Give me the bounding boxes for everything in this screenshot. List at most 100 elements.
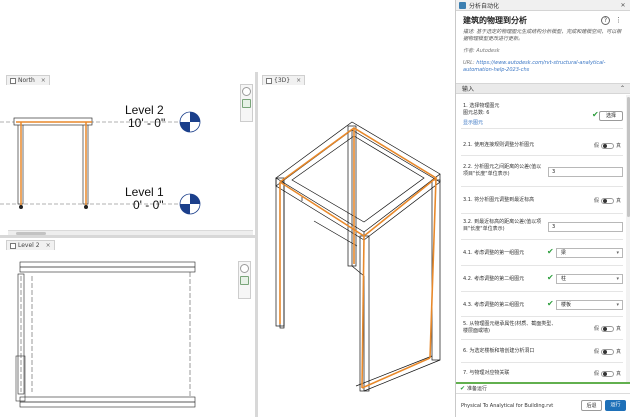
boolean-toggle[interactable] xyxy=(600,348,614,355)
boolean-toggle-group: 假 真 xyxy=(594,325,621,332)
tab-level-2-view[interactable]: Level 2 × xyxy=(6,240,55,250)
graph-title: 建筑的物理到分析 xyxy=(463,16,527,25)
panel-titlebar: 分析自动化 ✕ xyxy=(456,0,630,11)
close-icon[interactable]: × xyxy=(46,242,51,249)
view-navigation-bar[interactable] xyxy=(240,84,253,122)
level-1-elevation: 0' - 0" xyxy=(133,198,164,212)
toggle-true-label: 真 xyxy=(615,371,621,377)
input-inherit-properties: 5. 从物理图元继承属性(材质、截面类型、楼层面或墙) 假 真 xyxy=(461,317,623,340)
tab-north-view[interactable]: North × xyxy=(6,75,50,85)
dropdown-value: 梁 xyxy=(561,250,567,256)
toggle-true-label: 真 xyxy=(615,198,621,204)
input-distance-tolerance: 2.2. 分析图元之间距离的公差(值以项目"长度"单位表示) 3 xyxy=(461,156,623,187)
zoom-icon[interactable] xyxy=(240,276,249,285)
input-adjust-to-levels: 3.1. 将分析图元调整到最近标高 假 真 xyxy=(461,187,623,214)
more-options-icon[interactable]: ⋮ xyxy=(614,16,623,25)
boolean-toggle[interactable] xyxy=(600,325,614,332)
input-label: 6. 为选定楼板和墙创建分析洞口 xyxy=(463,348,535,354)
toggle-false-label: 假 xyxy=(593,371,599,377)
model-file-name: Physical To Analytical for Building.rvt xyxy=(461,402,554,409)
toggle-false-label: 假 xyxy=(593,198,599,204)
element-count: 图元总数: 6 xyxy=(463,110,490,116)
tolerance-input[interactable]: 3 xyxy=(548,167,623,177)
collapse-icon[interactable]: ⌃ xyxy=(620,85,625,92)
level-2-marker-icon[interactable] xyxy=(179,111,201,133)
input-label: 4.2. 考虑调整的第二组图元 xyxy=(463,276,525,282)
tab-label: North xyxy=(18,77,35,84)
tab-label: Level 2 xyxy=(18,242,40,249)
toggle-true-label: 真 xyxy=(615,326,621,332)
boolean-toggle-group: 假 真 xyxy=(594,142,621,149)
chevron-down-icon: ▾ xyxy=(616,276,619,282)
dropdown-value: 柱 xyxy=(561,276,567,282)
input-use-connection-rules: 2.1. 使用连接规则调整分析图元 假 真 xyxy=(461,132,623,156)
input-create-openings: 6. 为选定楼板和墙创建分析洞口 假 真 xyxy=(461,340,623,363)
graph-description: 描述: 基于选定的物理图元生成结构分析模型，完成和建模空间，可以根据物理模型更改… xyxy=(463,29,622,42)
level-tolerance-input[interactable]: 3 xyxy=(548,222,623,232)
url-label: URL: xyxy=(463,60,475,66)
inputs-header-label: 输入 xyxy=(462,86,475,93)
help-icon[interactable]: ? xyxy=(601,16,610,25)
input-first-group: 4.1. 考虑调整的第一组图元 ✔ 梁 ▾ xyxy=(461,240,623,266)
3d-view-canvas[interactable] xyxy=(262,86,452,416)
first-group-dropdown[interactable]: 梁 ▾ xyxy=(556,248,623,258)
boolean-toggle-group: 假 真 xyxy=(594,370,621,377)
third-group-dropdown[interactable]: 楼板 ▾ xyxy=(556,300,623,310)
inputs-list: 1. 选择物理图元 图元总数: 6 显示图元 ✔ 选择 2.1. 使用连接规则调… xyxy=(456,95,626,382)
level-1-name: Level 1 xyxy=(125,185,164,199)
input-second-group: 4.2. 考虑调整的第二组图元 ✔ 柱 ▾ xyxy=(461,266,623,292)
run-button[interactable]: 运行 xyxy=(605,400,626,411)
second-group-dropdown[interactable]: 柱 ▾ xyxy=(556,274,623,284)
input-label: 7. 与物理对应物关联 xyxy=(463,370,510,376)
revit-views: North × Level 2 10' - 0" Level 1 0' - 0"… xyxy=(0,72,455,417)
zoom-icon[interactable] xyxy=(242,99,251,108)
3d-view-icon xyxy=(266,77,272,84)
boolean-toggle-group: 假 真 xyxy=(594,197,621,204)
view-splitter-horizontal[interactable] xyxy=(0,235,255,238)
show-elements-link[interactable]: 显示图元 xyxy=(463,120,545,127)
view-navigation-bar[interactable] xyxy=(238,261,251,299)
input-label: 4.1. 考虑调整的第一组图元 xyxy=(463,250,525,256)
inputs-section-header[interactable]: 输入 ⌃ xyxy=(456,83,630,94)
boolean-toggle[interactable] xyxy=(600,370,614,377)
close-icon[interactable]: ✕ xyxy=(619,2,627,9)
north-elevation-canvas[interactable] xyxy=(0,86,240,234)
status-text: 准备运行 xyxy=(467,386,488,392)
boolean-toggle-group: 假 真 xyxy=(594,348,621,355)
toggle-true-label: 真 xyxy=(615,349,621,355)
toggle-false-label: 假 xyxy=(593,143,599,149)
steering-wheel-icon[interactable] xyxy=(242,87,251,96)
back-button[interactable]: 后退 xyxy=(581,400,602,411)
graph-author: 作者: Autodesk xyxy=(463,48,500,54)
toggle-true-label: 真 xyxy=(615,143,621,149)
boolean-toggle[interactable] xyxy=(600,142,614,149)
chevron-down-icon: ▾ xyxy=(616,302,619,308)
select-button[interactable]: 选择 xyxy=(599,111,623,121)
input-label: 3.1. 将分析图元调整到最近标高 xyxy=(463,197,535,203)
graph-header: 建筑的物理到分析 ? ⋮ 描述: 基于选定的物理图元生成结构分析模型，完成和建模… xyxy=(456,11,630,74)
steering-wheel-icon[interactable] xyxy=(240,264,249,273)
tab-3d-view[interactable]: {3D} × xyxy=(262,75,306,85)
chevron-down-icon: ▾ xyxy=(616,250,619,256)
tab-label: {3D} xyxy=(274,77,291,84)
graph-url-link[interactable]: https://www.autodesk.com/rvt-structural-… xyxy=(463,60,605,73)
ready-check-icon: ✔ xyxy=(460,385,466,392)
boolean-toggle[interactable] xyxy=(600,197,614,204)
check-icon: ✔ xyxy=(547,299,554,308)
close-icon[interactable]: × xyxy=(41,77,46,84)
input-label: 5. 从物理图元继承属性(材质、截面类型、楼层面或墙) xyxy=(463,321,557,334)
dropdown-value: 楼板 xyxy=(561,302,572,308)
analytical-automation-panel: 分析自动化 ✕ 建筑的物理到分析 ? ⋮ 描述: 基于选定的物理图元生成结构分析… xyxy=(455,0,630,417)
panel-title: 分析自动化 xyxy=(469,2,500,10)
close-icon[interactable]: × xyxy=(296,77,301,84)
plan-view-icon xyxy=(10,242,16,249)
level-1-marker-icon[interactable] xyxy=(179,193,201,215)
view-splitter-vertical[interactable] xyxy=(255,72,258,417)
level-2-elevation: 10' - 0" xyxy=(128,116,166,130)
panel-footer: Physical To Analytical for Building.rvt … xyxy=(456,393,630,417)
graph-url-block: URL: https://www.autodesk.com/rvt-struct… xyxy=(463,60,623,74)
level-2-plan-canvas[interactable] xyxy=(0,252,238,417)
input-label: 2.2. 分析图元之间距离的公差(值以项目"长度"单位表示) xyxy=(463,164,542,177)
input-label: 1. 选择物理图元 xyxy=(463,103,500,109)
inputs-scrollbar[interactable] xyxy=(626,95,630,382)
